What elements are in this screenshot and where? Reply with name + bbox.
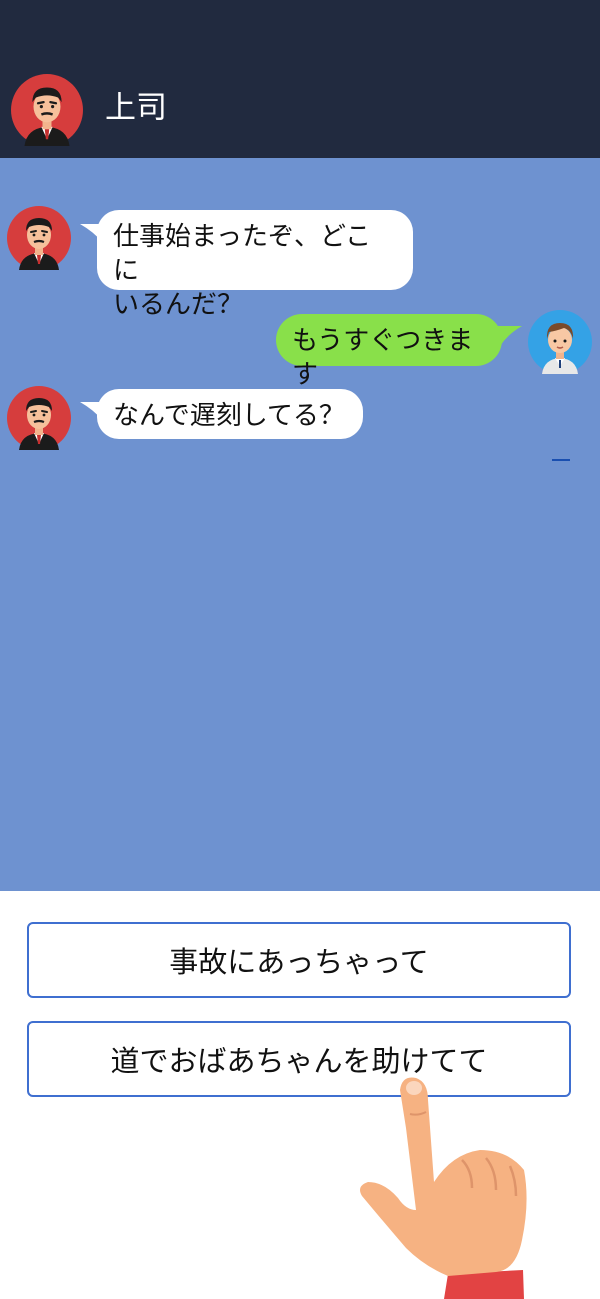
- choice-button-accident[interactable]: 事故にあっちゃって: [27, 922, 571, 998]
- message-line: もうすぐつきます: [292, 326, 474, 390]
- pointing-hand-icon: [360, 1077, 527, 1299]
- message-line: なんで遅刻してる？: [113, 401, 345, 431]
- message-bubble-boss[interactable]: なんで遅刻してる？: [97, 389, 363, 439]
- my-avatar-icon: [528, 310, 592, 374]
- chat-title: 上司: [105, 90, 167, 126]
- chat-header: 上司: [0, 0, 600, 158]
- message-line: 仕事始まったぞ、どこに: [113, 222, 372, 286]
- boss-avatar-icon: [7, 386, 71, 450]
- message-bubble-me[interactable]: もうすぐつきます: [276, 314, 502, 390]
- boss-avatar-icon: [11, 74, 83, 146]
- typing-indicator: [552, 459, 570, 461]
- message-bubble-boss[interactable]: 仕事始まったぞ、どこに いるんだ？: [97, 210, 413, 320]
- boss-avatar-icon: [7, 206, 71, 270]
- chat-area[interactable]: 仕事始まったぞ、どこに いるんだ？ もうすぐつきます なんで遅刻してる？: [0, 158, 600, 891]
- bubble-tail: [496, 326, 522, 346]
